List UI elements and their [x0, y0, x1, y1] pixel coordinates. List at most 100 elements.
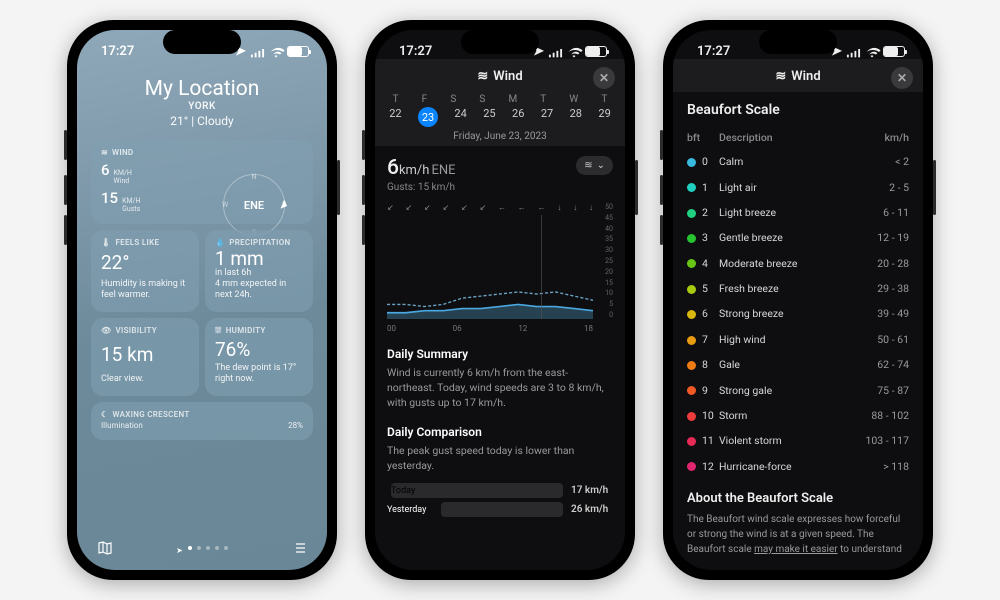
- dow-label: W: [569, 94, 578, 105]
- dynamic-island: [759, 30, 837, 54]
- bft-desc: Gale: [719, 352, 851, 377]
- feels-like-tile[interactable]: 🌡FEELS LIKE 22° Humidity is making it fe…: [91, 230, 199, 312]
- color-swatch: [687, 158, 696, 167]
- full-date: Friday, June 23, 2023: [381, 131, 619, 142]
- current-wind-header: 6km/hENE Gusts: 15 km/h ≋ ⌄: [387, 156, 613, 193]
- comparison-label: Yesterday: [387, 505, 433, 515]
- table-row: 2Light breeze6 - 11: [687, 200, 909, 225]
- comparison-row: Yesterday26 km/h: [387, 502, 613, 517]
- bft-kmh: 20 - 28: [851, 251, 909, 276]
- date-cell[interactable]: 28: [570, 107, 582, 127]
- close-button[interactable]: ✕: [593, 67, 615, 89]
- wind-icon: ≋: [584, 160, 592, 171]
- visibility-tile[interactable]: 👁VISIBILITY 15 km Clear view.: [91, 318, 199, 396]
- table-row: 11Violent storm103 - 117: [687, 428, 909, 453]
- beaufort-title: Beaufort Scale: [687, 102, 909, 118]
- wifi-icon: [269, 47, 283, 57]
- date-cell[interactable]: 27: [541, 107, 553, 127]
- table-row: 12Hurricane-force> 118: [687, 454, 909, 479]
- list-icon[interactable]: [291, 540, 307, 560]
- chart-toggle-button[interactable]: ≋ ⌄: [576, 156, 613, 175]
- current-gust: Gusts: 15 km/h: [387, 182, 456, 193]
- dow-label: T: [601, 94, 607, 105]
- bft-desc: Hurricane-force: [719, 454, 851, 479]
- about-text: The Beaufort wind scale expresses how fo…: [687, 512, 909, 557]
- wind-icon: ≋: [477, 69, 488, 84]
- location-header: My Location YORK 21° | Cloudy: [91, 77, 313, 128]
- moon-tile[interactable]: ☾WAXING CRESCENT Illumination28%: [91, 402, 313, 440]
- comparison-label: Today: [387, 486, 433, 496]
- bft-kmh: < 2: [851, 149, 909, 174]
- battery-icon: [287, 46, 309, 57]
- location-dot-icon: ➤: [176, 546, 183, 555]
- humidity-icon: ⛆: [215, 326, 222, 336]
- thermometer-icon: 🌡: [101, 238, 111, 247]
- bft-kmh: 6 - 11: [851, 200, 909, 225]
- color-swatch: [687, 412, 696, 421]
- daily-summary-section: Daily Summary Wind is currently 6 km/h f…: [387, 347, 613, 411]
- bft-kmh: 88 - 102: [851, 403, 909, 428]
- wind-tile[interactable]: ≋WIND 6 KM/HWind 15 KM/HGusts NESW ENE: [91, 140, 313, 224]
- close-button[interactable]: ✕: [891, 67, 913, 89]
- bft-desc: Moderate breeze: [719, 251, 851, 276]
- comparison-value: 17 km/h: [571, 485, 613, 496]
- dow-label: S: [479, 94, 485, 105]
- bft-kmh: 62 - 74: [851, 352, 909, 377]
- section-title: Daily Comparison: [387, 425, 613, 439]
- bft-kmh: 2 - 5: [851, 174, 909, 199]
- table-row: 1Light air2 - 5: [687, 174, 909, 199]
- wind-icon: ≋: [101, 148, 108, 157]
- date-cell[interactable]: 24: [454, 107, 466, 127]
- col-bft: bft: [687, 126, 719, 149]
- color-swatch: [687, 336, 696, 345]
- summary-text: Wind is currently 6 km/h from the east-n…: [387, 365, 613, 411]
- bft-desc: Violent storm: [719, 428, 851, 453]
- table-row: 8Gale62 - 74: [687, 352, 909, 377]
- table-row: 10Storm88 - 102: [687, 403, 909, 428]
- wind-chart[interactable]: ↙↙↙↙↙↙←←←↓↓↓ 50454035302520151050 000612…: [387, 203, 613, 333]
- dow-label: T: [540, 94, 546, 105]
- dynamic-island: [461, 30, 539, 54]
- date-cell[interactable]: 25: [483, 107, 495, 127]
- wind-gust-value: 15: [101, 189, 118, 207]
- table-row: 7High wind50 - 61: [687, 327, 909, 352]
- precipitation-tile[interactable]: 💧PRECIPITATION 1 mmin last 6h 4 mm expec…: [205, 230, 313, 312]
- phone-beaufort-scale: 17:27 ➤ ≋ Wind ✕ Beaufort Scale bft Desc…: [663, 20, 933, 580]
- bft-kmh: > 118: [851, 454, 909, 479]
- bottom-bar: ➤: [77, 540, 327, 560]
- beaufort-table: bft Description km/h 0Calm< 21Light air2…: [687, 126, 909, 479]
- dynamic-island: [163, 30, 241, 54]
- droplet-icon: 💧: [215, 238, 225, 247]
- color-swatch: [687, 183, 696, 192]
- humidity-tile[interactable]: ⛆HUMIDITY 76% The dew point is 17° right…: [205, 318, 313, 396]
- bft-kmh: 75 - 87: [851, 377, 909, 402]
- signal-icon: [846, 47, 861, 57]
- map-icon[interactable]: [97, 540, 113, 560]
- table-row: 3Gentle breeze12 - 19: [687, 225, 909, 250]
- bft-desc: Strong gale: [719, 377, 851, 402]
- page-dots[interactable]: ➤: [176, 546, 228, 555]
- date-cell[interactable]: 26: [512, 107, 524, 127]
- current-wind-speed: 6: [387, 156, 399, 180]
- color-swatch: [687, 462, 696, 471]
- date-cell[interactable]: 29: [598, 107, 610, 127]
- status-time: 17:27: [697, 44, 730, 59]
- table-row: 6Strong breeze39 - 49: [687, 301, 909, 326]
- navbar-title: Wind: [493, 69, 522, 84]
- bft-kmh: 12 - 19: [851, 225, 909, 250]
- bft-kmh: 50 - 61: [851, 327, 909, 352]
- date-selector[interactable]: TFSSMTWT 2223242526272829 Friday, June 2…: [375, 92, 625, 146]
- date-cell[interactable]: 23: [418, 107, 438, 127]
- bft-desc: Strong breeze: [719, 301, 851, 326]
- dow-label: T: [393, 94, 399, 105]
- date-cell[interactable]: 22: [389, 107, 401, 127]
- about-title: About the Beaufort Scale: [687, 491, 909, 506]
- compass-icon: NESW ENE: [223, 174, 285, 236]
- wind-navbar: ≋ Wind ✕: [673, 59, 923, 92]
- color-swatch: [687, 310, 696, 319]
- location-sub: YORK: [91, 101, 313, 112]
- chevron-down-icon: ⌄: [597, 160, 605, 171]
- comparison-row: Today 17 km/h: [387, 483, 613, 498]
- about-section: About the Beaufort Scale The Beaufort wi…: [687, 491, 909, 557]
- signal-icon: [548, 47, 563, 57]
